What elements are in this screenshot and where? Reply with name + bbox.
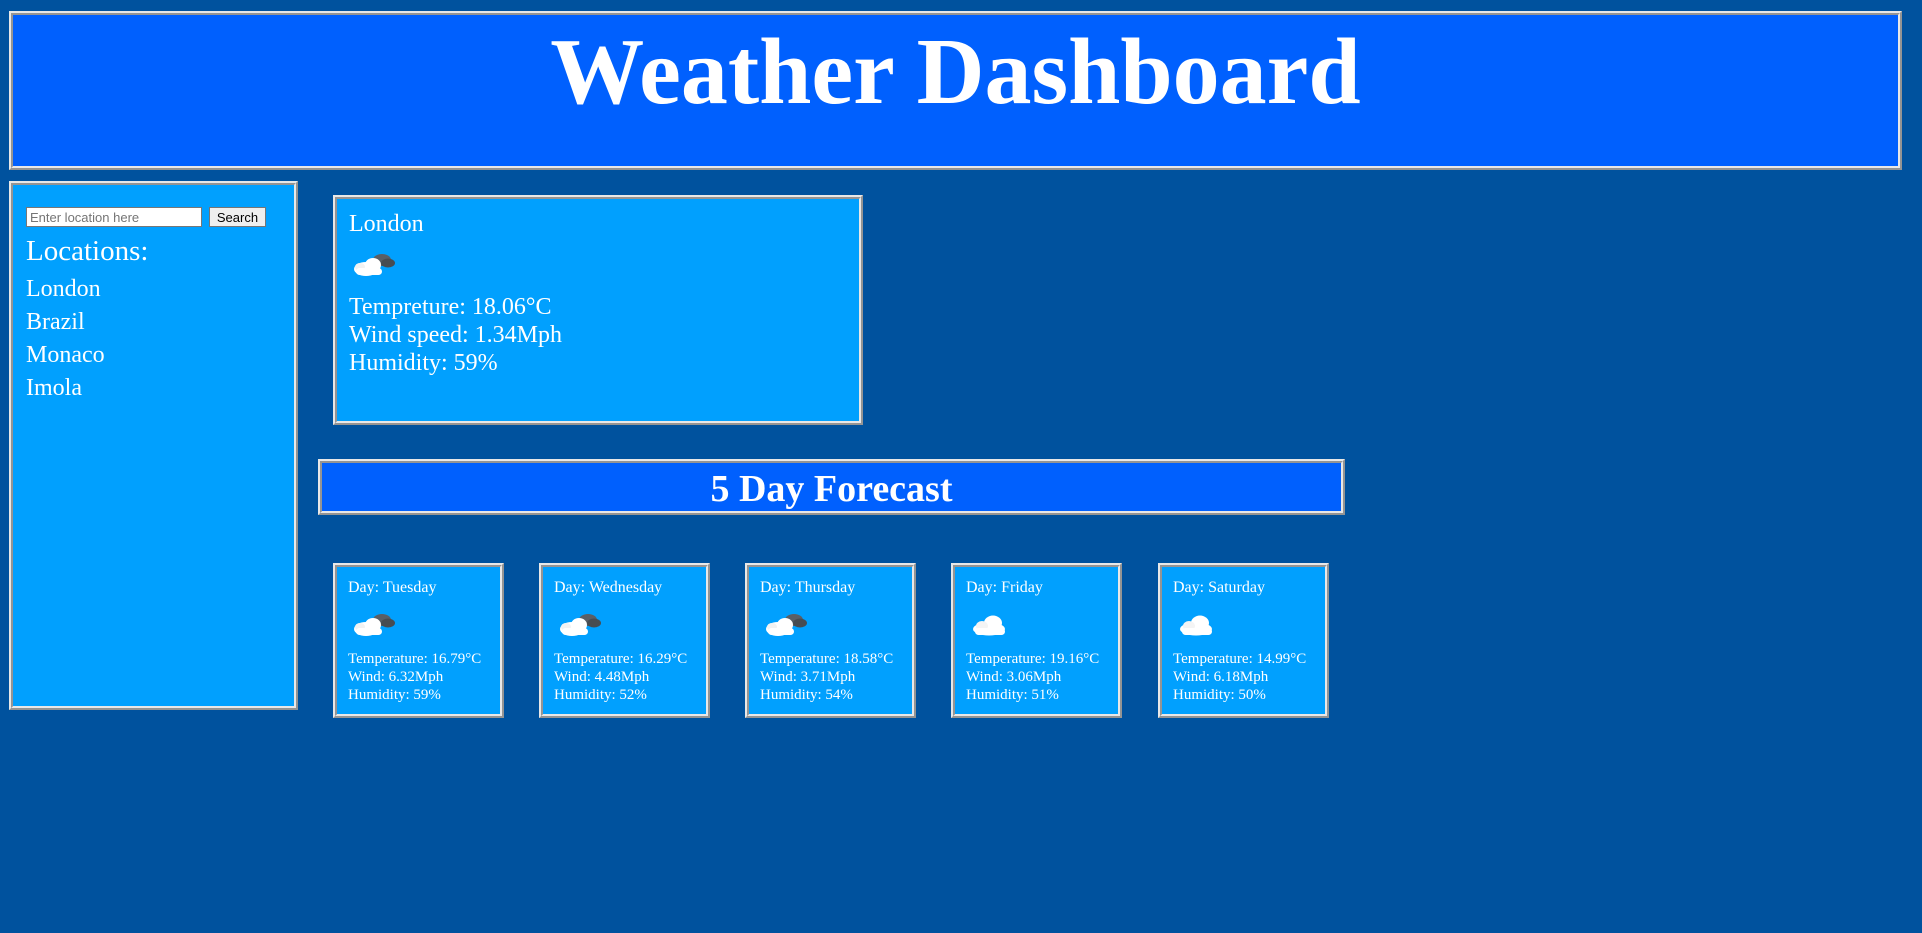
current-weather-card: London Tempreture: 18.06°C Wind speed: 1… — [333, 195, 863, 425]
forecast-day-stats: Temperature: 16.29°C Wind: 4.48Mph Humid… — [554, 650, 687, 704]
current-weather-stats: Tempreture: 18.06°C Wind speed: 1.34Mph … — [349, 293, 562, 377]
cloudy-icon — [351, 607, 397, 641]
forecast-temperature: Temperature: 16.79°C — [348, 651, 482, 667]
forecast-wind: Wind: 3.71Mph — [760, 669, 856, 685]
forecast-day-stats: Temperature: 14.99°C Wind: 6.18Mph Humid… — [1173, 650, 1306, 704]
search-button[interactable]: Search — [209, 207, 266, 227]
page-title: Weather Dashboard — [550, 20, 1361, 124]
forecast-wind: Wind: 4.48Mph — [554, 669, 650, 685]
forecast-day-card: Day: Tuesday Temperature: 16.79°C Wind: … — [333, 563, 504, 718]
header-banner: Weather Dashboard — [9, 11, 1902, 170]
location-item-brazil[interactable]: Brazil — [26, 306, 105, 339]
forecast-day-stats: Temperature: 16.79°C Wind: 6.32Mph Humid… — [348, 650, 481, 704]
location-list: London Brazil Monaco Imola — [26, 273, 105, 405]
location-item-monaco[interactable]: Monaco — [26, 339, 105, 372]
forecast-wind: Wind: 6.32Mph — [348, 669, 444, 685]
search-input[interactable] — [26, 207, 202, 227]
forecast-day-card: Day: Thursday Temperature: 18.58°C Wind:… — [745, 563, 916, 718]
cloud-icon — [1176, 607, 1222, 641]
current-temperature: Tempreture: 18.06°C — [349, 294, 552, 320]
forecast-humidity: Humidity: 51% — [966, 687, 1059, 703]
forecast-temperature: Temperature: 19.16°C — [966, 651, 1100, 667]
forecast-temperature: Temperature: 16.29°C — [554, 651, 688, 667]
forecast-humidity: Humidity: 59% — [348, 687, 441, 703]
forecast-wind: Wind: 3.06Mph — [966, 669, 1062, 685]
forecast-day-name: Day: Saturday — [1173, 579, 1265, 596]
forecast-header: 5 Day Forecast — [318, 459, 1345, 515]
forecast-temperature: Temperature: 14.99°C — [1173, 651, 1307, 667]
forecast-day-card: Day: Friday Temperature: 19.16°C Wind: 3… — [951, 563, 1122, 718]
cloudy-icon — [763, 607, 809, 641]
current-wind-speed: Wind speed: 1.34Mph — [349, 322, 563, 348]
location-item-imola[interactable]: Imola — [26, 372, 105, 405]
current-humidity: Humidity: 59% — [349, 350, 498, 376]
forecast-day-name: Day: Thursday — [760, 579, 856, 596]
current-city-name: London — [349, 211, 424, 237]
forecast-humidity: Humidity: 54% — [760, 687, 853, 703]
sidebar: Search Locations: London Brazil Monaco I… — [9, 181, 298, 710]
cloudy-icon — [351, 247, 397, 281]
cloud-icon — [969, 607, 1015, 641]
forecast-day-stats: Temperature: 19.16°C Wind: 3.06Mph Humid… — [966, 650, 1099, 704]
forecast-day-name: Day: Tuesday — [348, 579, 437, 596]
forecast-day-stats: Temperature: 18.58°C Wind: 3.71Mph Humid… — [760, 650, 893, 704]
location-item-london[interactable]: London — [26, 273, 105, 306]
forecast-day-card: Day: Saturday Temperature: 14.99°C Wind:… — [1158, 563, 1329, 718]
forecast-day-name: Day: Wednesday — [554, 579, 663, 596]
forecast-humidity: Humidity: 50% — [1173, 687, 1266, 703]
cloudy-icon — [557, 607, 603, 641]
locations-heading: Locations: — [26, 235, 149, 267]
forecast-humidity: Humidity: 52% — [554, 687, 647, 703]
forecast-title: 5 Day Forecast — [710, 468, 953, 510]
forecast-day-name: Day: Friday — [966, 579, 1043, 596]
forecast-day-card: Day: Wednesday Temperature: 16.29°C Wind… — [539, 563, 710, 718]
forecast-wind: Wind: 6.18Mph — [1173, 669, 1269, 685]
forecast-temperature: Temperature: 18.58°C — [760, 651, 894, 667]
